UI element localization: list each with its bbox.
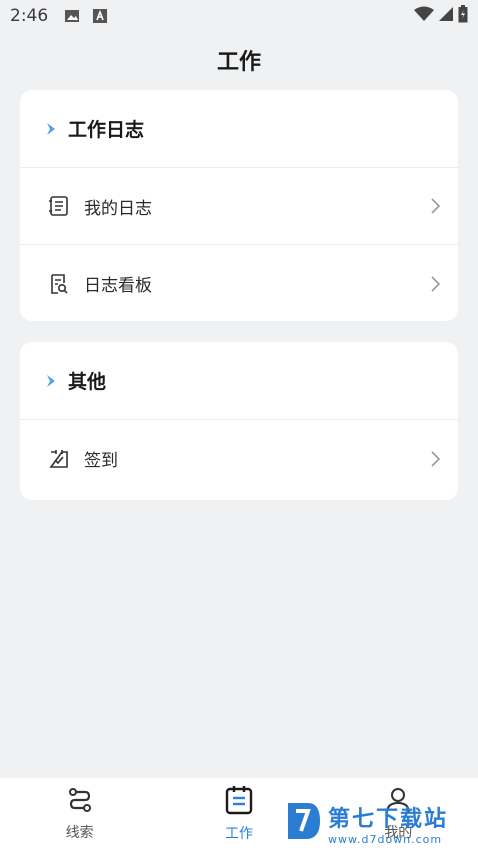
a-icon [92, 8, 108, 24]
section-header: 工作日志 [20, 90, 458, 168]
section-title: 其他 [68, 371, 107, 393]
chevron-right-icon [430, 275, 442, 293]
watermark-url: www.d7down.com [328, 832, 443, 846]
list-item-checkin[interactable]: 签到 [20, 420, 458, 497]
section-card-work-log: 工作日志 我的日志 日志看板 [20, 90, 458, 321]
checkin-icon [48, 448, 70, 470]
list-item-label: 日志看板 [84, 276, 152, 296]
wifi-icon [414, 6, 434, 27]
image-icon [64, 8, 80, 24]
section-title: 工作日志 [68, 119, 145, 141]
clipboard-icon [224, 785, 254, 819]
watermark: 第七下载站 www.d7down.com [284, 798, 474, 848]
notebook-icon [48, 195, 70, 217]
section-card-other: 其他 签到 [20, 342, 458, 500]
nav-tab-leads[interactable]: 线索 [20, 786, 140, 842]
section-header: 其他 [20, 342, 458, 420]
nav-tab-work[interactable]: 工作 [179, 785, 299, 843]
status-time: 2:46 [10, 6, 49, 26]
signal-icon [438, 6, 454, 27]
document-search-icon [48, 273, 70, 295]
section-marker-icon [46, 374, 56, 388]
watermark-logo-icon [284, 799, 324, 847]
chevron-right-icon [430, 450, 442, 468]
section-marker-icon [46, 122, 56, 136]
list-item-label: 签到 [84, 451, 118, 471]
nav-label: 工作 [224, 826, 253, 842]
battery-icon [458, 4, 468, 28]
page-title: 工作 [216, 50, 261, 75]
list-item-my-log[interactable]: 我的日志 [20, 168, 458, 245]
list-item-label: 我的日志 [84, 198, 152, 219]
route-icon [66, 786, 94, 818]
nav-label: 线索 [65, 825, 94, 841]
list-item-log-board[interactable]: 日志看板 [20, 245, 458, 321]
watermark-title: 第七下载站 [328, 806, 449, 832]
chevron-right-icon [430, 197, 442, 215]
status-bar: 2:46 [0, 0, 478, 32]
